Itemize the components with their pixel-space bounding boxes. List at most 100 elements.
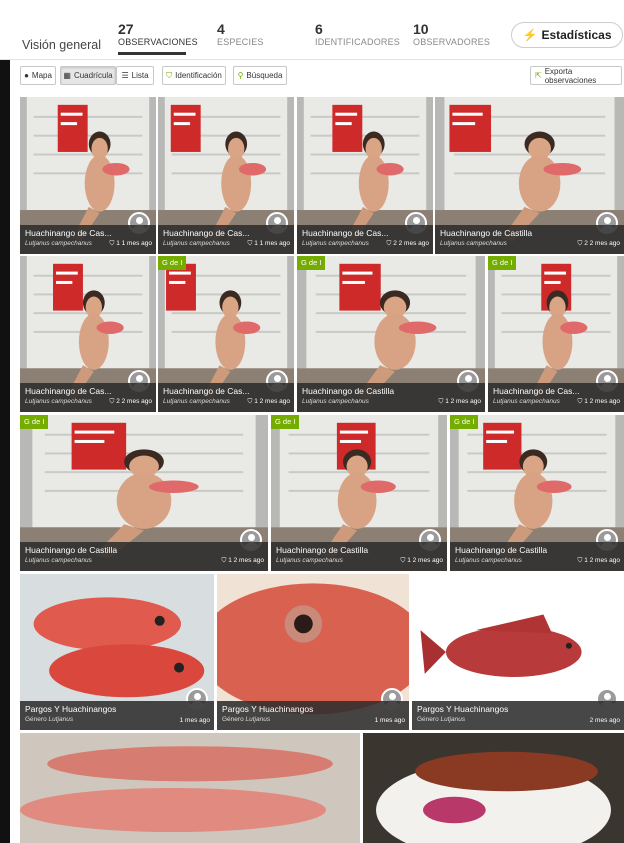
export-label: Exporta observaciones — [544, 66, 597, 85]
statistics-button[interactable]: ⚡ Estadísticas — [511, 22, 623, 48]
observation-card[interactable]: Pargos Y Huachinangos Género Lutjanus 1 me… — [217, 574, 409, 730]
common-name[interactable]: Pargos Y Huachinangos — [222, 704, 405, 714]
observation-photo[interactable] — [20, 733, 360, 843]
identify-button[interactable]: ⛉ Identificación — [162, 66, 226, 85]
observation-card[interactable]: Huachinango de Cas... Lutjanus campechanu… — [20, 256, 156, 412]
observation-time: ⛉ 1 2 mes ago — [248, 398, 290, 406]
observation-caption: Huachinango de Castilla Lutjanus campecha… — [20, 542, 268, 571]
map-view-button[interactable]: ● Mapa — [20, 66, 56, 85]
observation-time: ⛉ 2 2 mes ago — [578, 240, 620, 248]
scientific-name-value: Lutjanus — [245, 716, 271, 723]
list-view-label: Lista — [131, 71, 149, 80]
time-value: 2 2 mes ago — [584, 240, 620, 247]
observation-card[interactable]: Huachinango de Cas... Lutjanus campechanu… — [20, 97, 156, 254]
observation-card[interactable]: Huachinango de Cas... Lutjanus campechanu… — [297, 97, 433, 254]
common-name[interactable]: Pargos Y Huachinangos — [25, 704, 210, 714]
common-name[interactable]: Huachinango de Castilla — [302, 386, 481, 396]
common-name[interactable]: Huachinango de Castilla — [455, 545, 620, 555]
time-value: 2 2 mes ago — [393, 240, 429, 247]
search-button[interactable]: ⚲ Búsqueda — [233, 66, 287, 85]
search-icon: ⚲ — [237, 71, 244, 80]
observation-time: ⛉ 1 1 mes ago — [110, 240, 152, 248]
observation-time: ⛉ 1 1 mes ago — [248, 240, 290, 248]
observation-card[interactable] — [363, 733, 624, 843]
observation-caption: Huachinango de Cas... Lutjanus campechanu… — [158, 383, 294, 412]
grid-icon: ▦ — [63, 71, 71, 80]
common-name[interactable]: Huachinango de Castilla — [276, 545, 443, 555]
time-value: 1 2 mes ago — [584, 557, 620, 564]
grid-view-button[interactable]: ▦ Cuadrícula — [60, 66, 116, 85]
observation-time: 2 mes ago — [590, 717, 620, 724]
observation-card[interactable]: G de I Huachinango de Castilla Lutjanus ca… — [271, 415, 447, 571]
observation-card[interactable]: G de I Huachinango de Castilla Lutjanus ca… — [20, 415, 268, 571]
observation-card[interactable]: G de I Huachinango de Cas... Lutjanus camp… — [488, 256, 624, 412]
common-name[interactable]: Huachinango de Cas... — [163, 386, 290, 396]
common-name[interactable]: Huachinango de Cas... — [163, 228, 290, 238]
observation-caption: Huachinango de Cas... Lutjanus campechanu… — [158, 225, 294, 254]
common-name[interactable]: Huachinango de Cas... — [302, 228, 429, 238]
bolt-icon: ⚡ — [522, 28, 538, 42]
stat-number: 4 — [217, 21, 225, 37]
scientific-name-value: Lutjanus campechanus — [440, 240, 507, 247]
time-value: 1 2 mes ago — [228, 557, 264, 564]
identify-label: Identificación — [175, 71, 222, 80]
rank-label: Género — [417, 716, 439, 723]
common-name[interactable]: Huachinango de Castilla — [440, 228, 620, 238]
time-value: 2 mes ago — [589, 717, 620, 724]
common-name[interactable]: Huachinango de Cas... — [25, 386, 152, 396]
scientific-name-value: Lutjanus campechanus — [276, 557, 343, 564]
stat-label: ESPECIES — [217, 37, 264, 47]
observation-time: ⛉ 2 2 mes ago — [387, 240, 429, 248]
common-name[interactable]: Huachinango de Cas... — [25, 228, 152, 238]
overview-tab[interactable]: Visión general — [22, 38, 101, 52]
grid-view-label: Cuadrícula — [73, 71, 113, 80]
quality-grade-badge: G de I — [450, 415, 479, 429]
export-button[interactable]: ⇱ Exporta observaciones — [530, 66, 622, 85]
common-name[interactable]: Huachinango de Cas... — [493, 386, 620, 396]
rank-label: Género — [222, 716, 244, 723]
observation-card[interactable]: Pargos Y Huachinangos Género Lutjanus 2 me… — [412, 574, 624, 730]
stat-label: IDENTIFICADORES — [315, 37, 401, 47]
quality-grade-badge: G de I — [271, 415, 300, 429]
observation-caption: Pargos Y Huachinangos Género Lutjanus 1 me… — [217, 701, 409, 730]
stat-label: OBSERVADORES — [413, 37, 491, 47]
observation-caption: Huachinango de Castilla Lutjanus campecha… — [435, 225, 624, 254]
quality-grade-badge: G de I — [297, 256, 326, 270]
observation-photo[interactable] — [363, 733, 624, 843]
stat-observations[interactable]: 27 OBSERVACIONES — [118, 22, 198, 47]
export-icon: ⇱ — [535, 71, 542, 80]
observation-card[interactable]: G de I Huachinango de Castilla Lutjanus ca… — [450, 415, 624, 571]
observation-card[interactable]: G de I Huachinango de Castilla Lutjanus ca… — [297, 256, 485, 412]
common-name[interactable]: Huachinango de Castilla — [25, 545, 264, 555]
observation-card[interactable]: Huachinango de Cas... Lutjanus campechanu… — [158, 97, 294, 254]
stat-number: 10 — [413, 21, 429, 37]
list-view-button[interactable]: ☰ Lista — [116, 66, 154, 85]
quality-grade-badge: G de I — [20, 415, 49, 429]
stat-identifiers[interactable]: 6 IDENTIFICADORES — [315, 22, 400, 47]
statistics-button-label: Estadísticas — [541, 28, 612, 42]
shield-icon: ⛉ — [166, 70, 173, 80]
observation-caption: Huachinango de Cas... Lutjanus campechanu… — [20, 225, 156, 254]
observation-caption: Huachinango de Castilla Lutjanus campecha… — [450, 542, 624, 571]
time-value: 1 2 mes ago — [584, 398, 620, 405]
rank-label: Género — [25, 716, 47, 723]
time-value: 1 mes ago — [179, 717, 210, 724]
scientific-name-value: Lutjanus campechanus — [25, 240, 92, 247]
observation-caption: Huachinango de Cas... Lutjanus campechanu… — [488, 383, 624, 412]
scientific-name-value: Lutjanus campechanus — [163, 240, 230, 247]
scientific-name-value: Lutjanus — [48, 716, 74, 723]
stat-observers[interactable]: 10 OBSERVADORES — [413, 22, 490, 47]
time-value: 1 2 mes ago — [407, 557, 443, 564]
time-value: 1 1 mes ago — [254, 240, 290, 247]
search-label: Búsqueda — [246, 71, 283, 80]
observation-time: 1 mes ago — [375, 717, 405, 724]
observation-card[interactable]: Huachinango de Castilla Lutjanus campecha… — [435, 97, 624, 254]
stat-species[interactable]: 4 ESPECIES — [217, 22, 264, 47]
scientific-name-value: Lutjanus campechanus — [302, 398, 369, 405]
common-name[interactable]: Pargos Y Huachinangos — [417, 704, 620, 714]
scientific-name-value: Lutjanus campechanus — [163, 398, 230, 405]
observation-card[interactable] — [20, 733, 360, 843]
observation-card[interactable]: Pargos Y Huachinangos Género Lutjanus 1 me… — [20, 574, 214, 730]
observation-card[interactable]: G de I Huachinango de Cas... Lutjanus camp… — [158, 256, 294, 412]
scientific-name-value: Lutjanus campechanus — [302, 240, 369, 247]
